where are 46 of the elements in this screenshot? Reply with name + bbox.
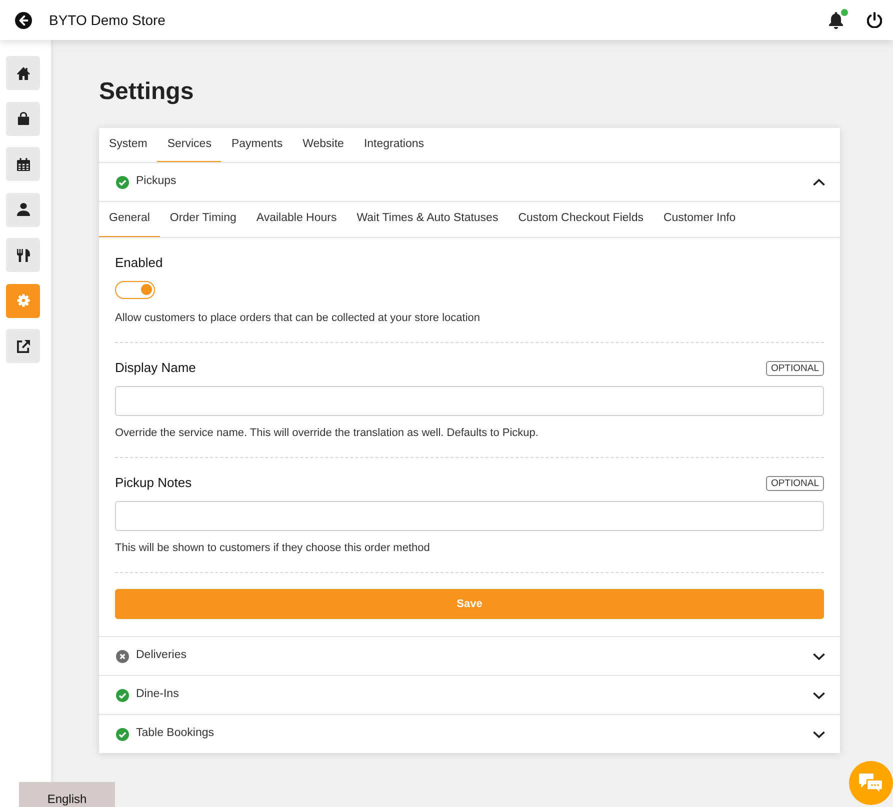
tab[interactable]: General xyxy=(99,202,160,237)
field-label: Display Name xyxy=(115,359,196,377)
accordion-header[interactable]: Table Bookings xyxy=(99,715,840,753)
power-icon[interactable] xyxy=(867,12,882,28)
tab[interactable]: Integrations xyxy=(354,128,434,162)
field-label: Pickup Notes xyxy=(115,474,192,492)
settings-icon xyxy=(16,294,30,307)
field-tag: OPTIONAL xyxy=(766,476,824,490)
store-title: BYTO Demo Store xyxy=(49,10,166,30)
input-field[interactable] xyxy=(115,386,824,416)
accordion-header[interactable]: Pickups xyxy=(99,163,840,201)
field-tag: OPTIONAL xyxy=(766,360,824,376)
sidebar-button[interactable] xyxy=(6,56,40,90)
sidebar-button[interactable] xyxy=(6,329,40,363)
home-icon xyxy=(16,66,30,80)
accordion-header[interactable]: Deliveries xyxy=(99,637,840,675)
back-icon[interactable] xyxy=(15,12,32,28)
input-field[interactable] xyxy=(115,501,824,531)
bell-icon[interactable] xyxy=(829,12,843,28)
tab[interactable]: Order Timing xyxy=(160,202,246,237)
sidebar-button[interactable] xyxy=(6,238,40,272)
tab[interactable]: Available Hours xyxy=(246,202,347,237)
field-label: Enabled xyxy=(115,254,164,272)
tab[interactable]: Wait Times & Auto Statuses xyxy=(346,202,508,237)
language-button[interactable]: English xyxy=(19,782,115,807)
sidebar-button[interactable] xyxy=(6,192,40,226)
bag-icon xyxy=(16,112,30,125)
toggle-switch[interactable] xyxy=(115,281,155,299)
fork-knife-icon xyxy=(16,248,30,262)
calendar-icon xyxy=(16,158,30,170)
page-title: Settings xyxy=(99,78,195,106)
help-text: Override the service name. This will override the translation as well. Defaults to Pickup. xyxy=(115,426,540,441)
tab[interactable]: Customer Info xyxy=(653,202,746,237)
help-text: Allow customers to place orders that can be collected at your store location xyxy=(115,311,482,326)
tab[interactable]: Website xyxy=(292,128,354,162)
tab[interactable]: Services xyxy=(157,128,222,162)
sidebar-button[interactable] xyxy=(6,102,40,136)
tab[interactable]: Payments xyxy=(221,128,293,162)
tab[interactable]: Custom Checkout Fields xyxy=(508,202,654,237)
tab[interactable]: System xyxy=(99,128,158,162)
square-arrow-icon xyxy=(16,340,30,352)
sidebar-button[interactable] xyxy=(6,147,40,181)
help-text: This will be shown to customers if they choose this order method xyxy=(115,541,431,556)
accordion-header[interactable]: Dine-Ins xyxy=(99,676,840,714)
user-icon xyxy=(16,203,30,216)
chat-icon xyxy=(859,772,883,794)
